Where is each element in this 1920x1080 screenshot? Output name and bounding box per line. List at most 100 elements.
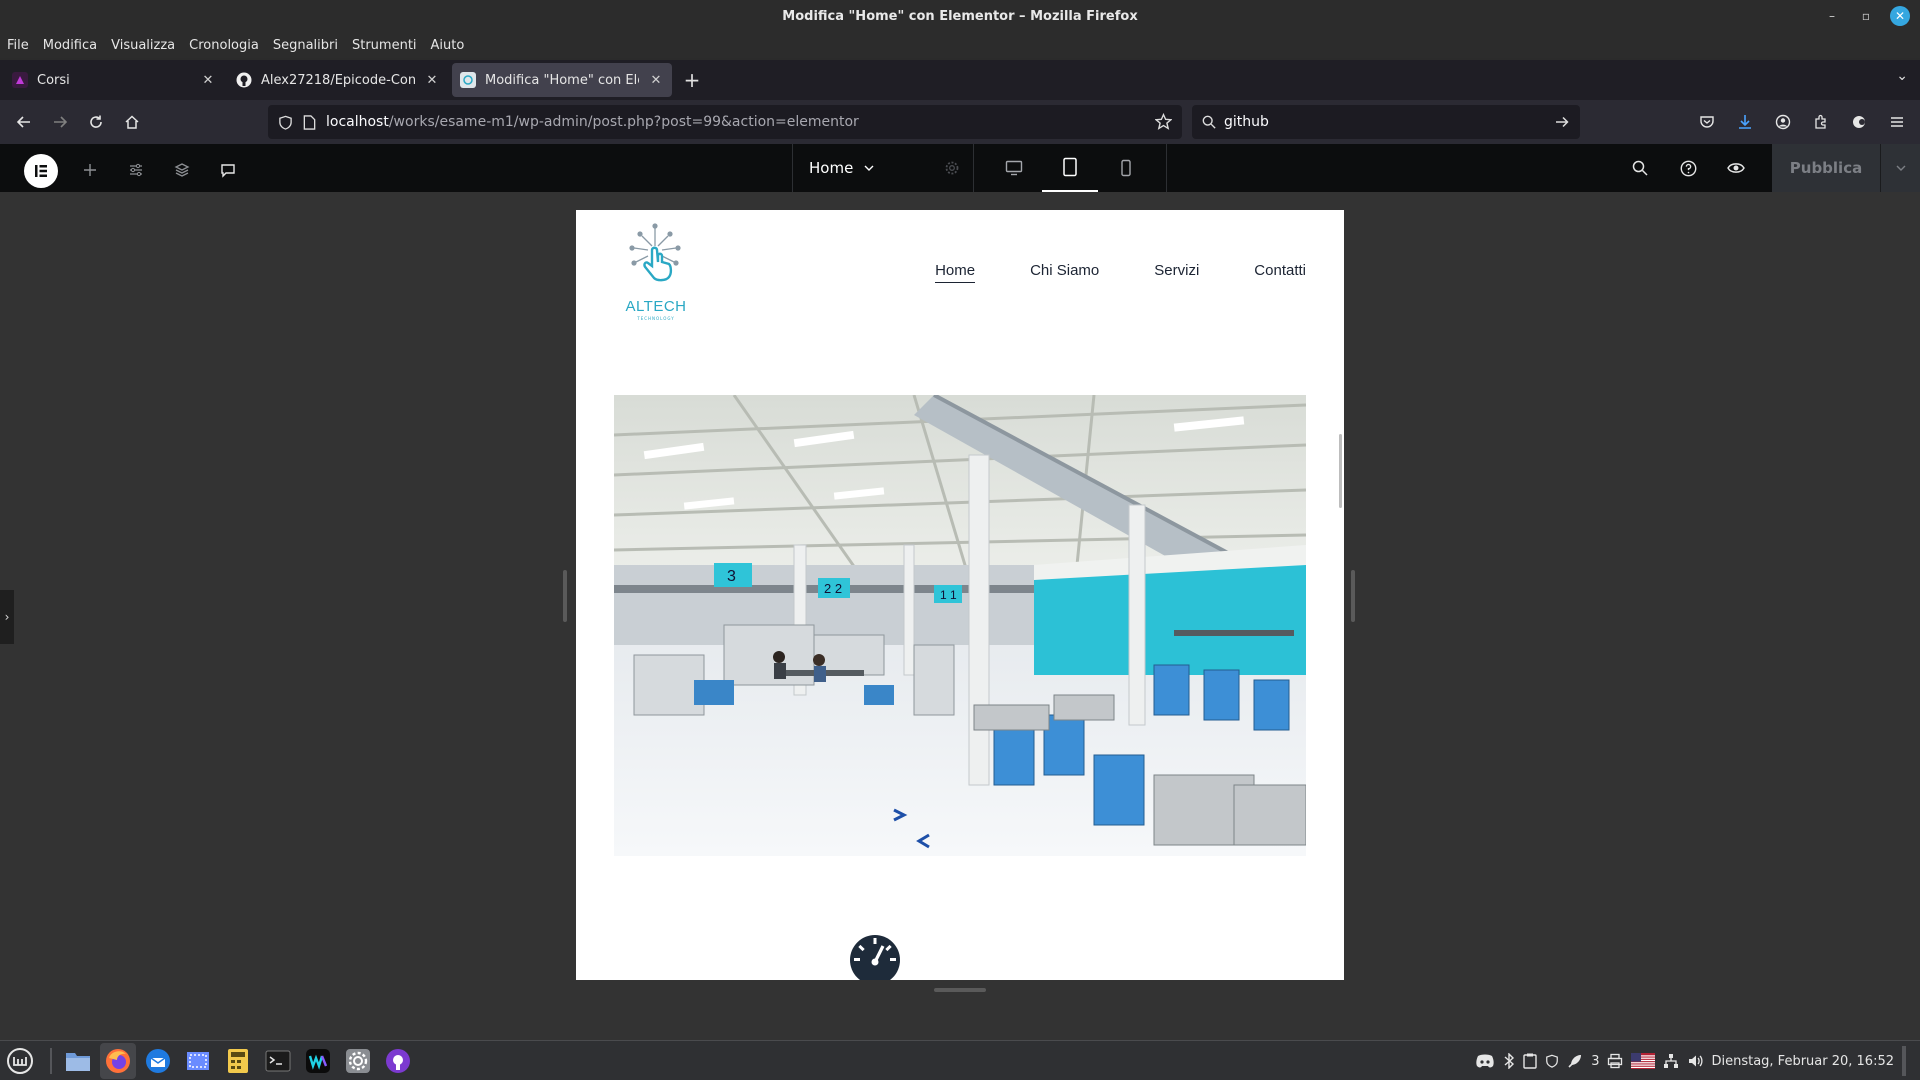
preview-scrollbar[interactable] bbox=[1339, 434, 1342, 508]
update-shield-icon[interactable] bbox=[1545, 1053, 1559, 1069]
downloads-icon[interactable] bbox=[1728, 106, 1762, 138]
minimize-icon[interactable]: – bbox=[1822, 6, 1842, 26]
reload-icon[interactable] bbox=[78, 106, 114, 138]
page-settings-gear-icon[interactable] bbox=[930, 144, 974, 192]
github-favicon-icon bbox=[236, 72, 252, 88]
desktop-device-icon[interactable] bbox=[986, 144, 1042, 192]
search-bar[interactable]: github bbox=[1192, 105, 1580, 139]
preview-page: ALTECH TECHNOLOGY Home Chi Siamo Servizi… bbox=[576, 210, 1344, 980]
clock[interactable]: Dienstag, Februar 20, 16:52 bbox=[1711, 1054, 1894, 1069]
page-selector[interactable]: Home bbox=[793, 144, 930, 192]
extension-toggle-icon[interactable] bbox=[1842, 106, 1876, 138]
menu-strumenti[interactable]: Strumenti bbox=[352, 38, 417, 53]
terminal-icon[interactable] bbox=[260, 1043, 296, 1079]
mint-menu-icon[interactable] bbox=[2, 1043, 38, 1079]
finder-search-icon[interactable] bbox=[1624, 152, 1656, 184]
search-input[interactable]: github bbox=[1224, 114, 1269, 130]
show-desktop-button[interactable] bbox=[1902, 1046, 1906, 1076]
resize-handle-bottom[interactable] bbox=[934, 988, 986, 992]
network-icon[interactable] bbox=[1663, 1053, 1679, 1069]
url-bar[interactable]: localhost/works/esame-m1/wp-admin/post.p… bbox=[268, 105, 1182, 139]
bluetooth-icon[interactable] bbox=[1503, 1053, 1515, 1069]
help-icon[interactable] bbox=[1672, 152, 1704, 184]
tablet-device-icon[interactable] bbox=[1042, 144, 1098, 192]
home-icon[interactable] bbox=[114, 106, 150, 138]
restore-icon[interactable]: ▫ bbox=[1856, 6, 1876, 26]
file-manager-icon[interactable] bbox=[60, 1043, 96, 1079]
pocket-icon[interactable] bbox=[1690, 106, 1724, 138]
printer-icon[interactable] bbox=[1607, 1053, 1623, 1069]
brand-tagline: TECHNOLOGY bbox=[637, 316, 675, 321]
close-window-icon[interactable]: ✕ bbox=[1890, 6, 1910, 26]
elementor-center-tools: Home bbox=[792, 144, 1167, 192]
taskbar-separator bbox=[50, 1047, 52, 1074]
resize-handle-left[interactable] bbox=[563, 570, 567, 622]
menu-aiuto[interactable]: Aiuto bbox=[431, 38, 465, 53]
menu-modifica[interactable]: Modifica bbox=[43, 38, 97, 53]
account-icon[interactable] bbox=[1766, 106, 1800, 138]
nav-link-home[interactable]: Home bbox=[935, 262, 976, 283]
close-tab-icon[interactable]: ✕ bbox=[648, 73, 664, 88]
forward-icon[interactable] bbox=[42, 106, 78, 138]
menu-segnalibri[interactable]: Segnalibri bbox=[273, 38, 338, 53]
new-tab-button[interactable]: + bbox=[676, 64, 708, 96]
elementor-top-bar: Home Pubblica bbox=[0, 144, 1920, 192]
mobile-device-icon[interactable] bbox=[1098, 144, 1154, 192]
volume-icon[interactable] bbox=[1687, 1053, 1703, 1069]
calculator-icon[interactable] bbox=[220, 1043, 256, 1079]
add-element-icon[interactable] bbox=[74, 154, 106, 186]
page-info-icon[interactable] bbox=[303, 114, 316, 130]
extensions-icon[interactable] bbox=[1804, 106, 1838, 138]
settings-gear-icon[interactable] bbox=[340, 1043, 376, 1079]
site-settings-icon[interactable] bbox=[120, 154, 152, 186]
tab-strip: Corsi ✕ Alex27218/Epicode-Conseg ✕ Modif… bbox=[0, 60, 1920, 100]
url-host: localhost bbox=[326, 114, 389, 130]
resize-handle-right[interactable] bbox=[1351, 570, 1355, 622]
notes-comment-icon[interactable] bbox=[212, 154, 244, 186]
app-menu-icon[interactable] bbox=[1880, 106, 1914, 138]
close-tab-icon[interactable]: ✕ bbox=[424, 73, 440, 88]
thunderbird-icon[interactable] bbox=[140, 1043, 176, 1079]
menu-cronologia[interactable]: Cronologia bbox=[189, 38, 259, 53]
toolbar-right bbox=[1690, 106, 1914, 138]
notifications-rocket-icon[interactable] bbox=[1567, 1053, 1583, 1069]
bookmark-star-icon[interactable] bbox=[1155, 113, 1172, 130]
tab-corsi[interactable]: Corsi ✕ bbox=[4, 63, 224, 97]
firefox-icon[interactable] bbox=[100, 1042, 136, 1079]
page-selector-label: Home bbox=[809, 159, 854, 177]
system-tray: 3 Dienstag, Februar 20, 16:52 bbox=[1475, 1041, 1906, 1080]
list-all-tabs-icon[interactable]: ⌄ bbox=[1896, 68, 1908, 84]
search-go-icon[interactable] bbox=[1554, 114, 1570, 130]
speedometer-icon bbox=[849, 930, 901, 980]
svg-text:1 1: 1 1 bbox=[940, 588, 957, 602]
tray-counter: 3 bbox=[1591, 1053, 1600, 1069]
publish-options-chevron-icon[interactable] bbox=[1880, 144, 1920, 192]
nav-link-chi-siamo[interactable]: Chi Siamo bbox=[1030, 262, 1099, 283]
preview-eye-icon[interactable] bbox=[1720, 152, 1752, 184]
back-icon[interactable] bbox=[6, 106, 42, 138]
clipboard-icon[interactable] bbox=[1523, 1053, 1537, 1069]
structure-layers-icon[interactable] bbox=[166, 154, 198, 186]
close-tab-icon[interactable]: ✕ bbox=[200, 73, 216, 88]
keyboard-layout-us-flag-icon[interactable] bbox=[1631, 1053, 1656, 1069]
system-taskbar: 3 Dienstag, Februar 20, 16:52 bbox=[0, 1040, 1920, 1080]
nav-link-servizi[interactable]: Servizi bbox=[1154, 262, 1199, 283]
menu-bar: File Modifica Visualizza Cronologia Segn… bbox=[0, 32, 1920, 58]
tab-elementor[interactable]: Modifica "Home" con Elem ✕ bbox=[452, 63, 672, 97]
elementor-logo-icon[interactable] bbox=[24, 154, 58, 188]
github-desktop-icon[interactable] bbox=[380, 1043, 416, 1079]
publish-button[interactable]: Pubblica bbox=[1772, 144, 1880, 192]
page-favicon-icon bbox=[460, 72, 476, 88]
menu-visualizza[interactable]: Visualizza bbox=[111, 38, 175, 53]
nav-link-contatti[interactable]: Contatti bbox=[1254, 262, 1306, 283]
tab-github[interactable]: Alex27218/Epicode-Conseg ✕ bbox=[228, 63, 448, 97]
screenshot-tool-icon[interactable] bbox=[180, 1043, 216, 1079]
menu-file[interactable]: File bbox=[7, 38, 29, 53]
panel-expand-chevron-icon[interactable]: › bbox=[0, 590, 14, 644]
device-switcher bbox=[974, 144, 1167, 192]
shield-icon[interactable] bbox=[278, 115, 293, 130]
window-controls: – ▫ ✕ bbox=[1822, 6, 1910, 26]
hero-image[interactable]: 3 2 2 1 1 bbox=[614, 395, 1306, 856]
webstorm-icon[interactable] bbox=[300, 1043, 336, 1079]
discord-icon[interactable] bbox=[1475, 1053, 1495, 1069]
